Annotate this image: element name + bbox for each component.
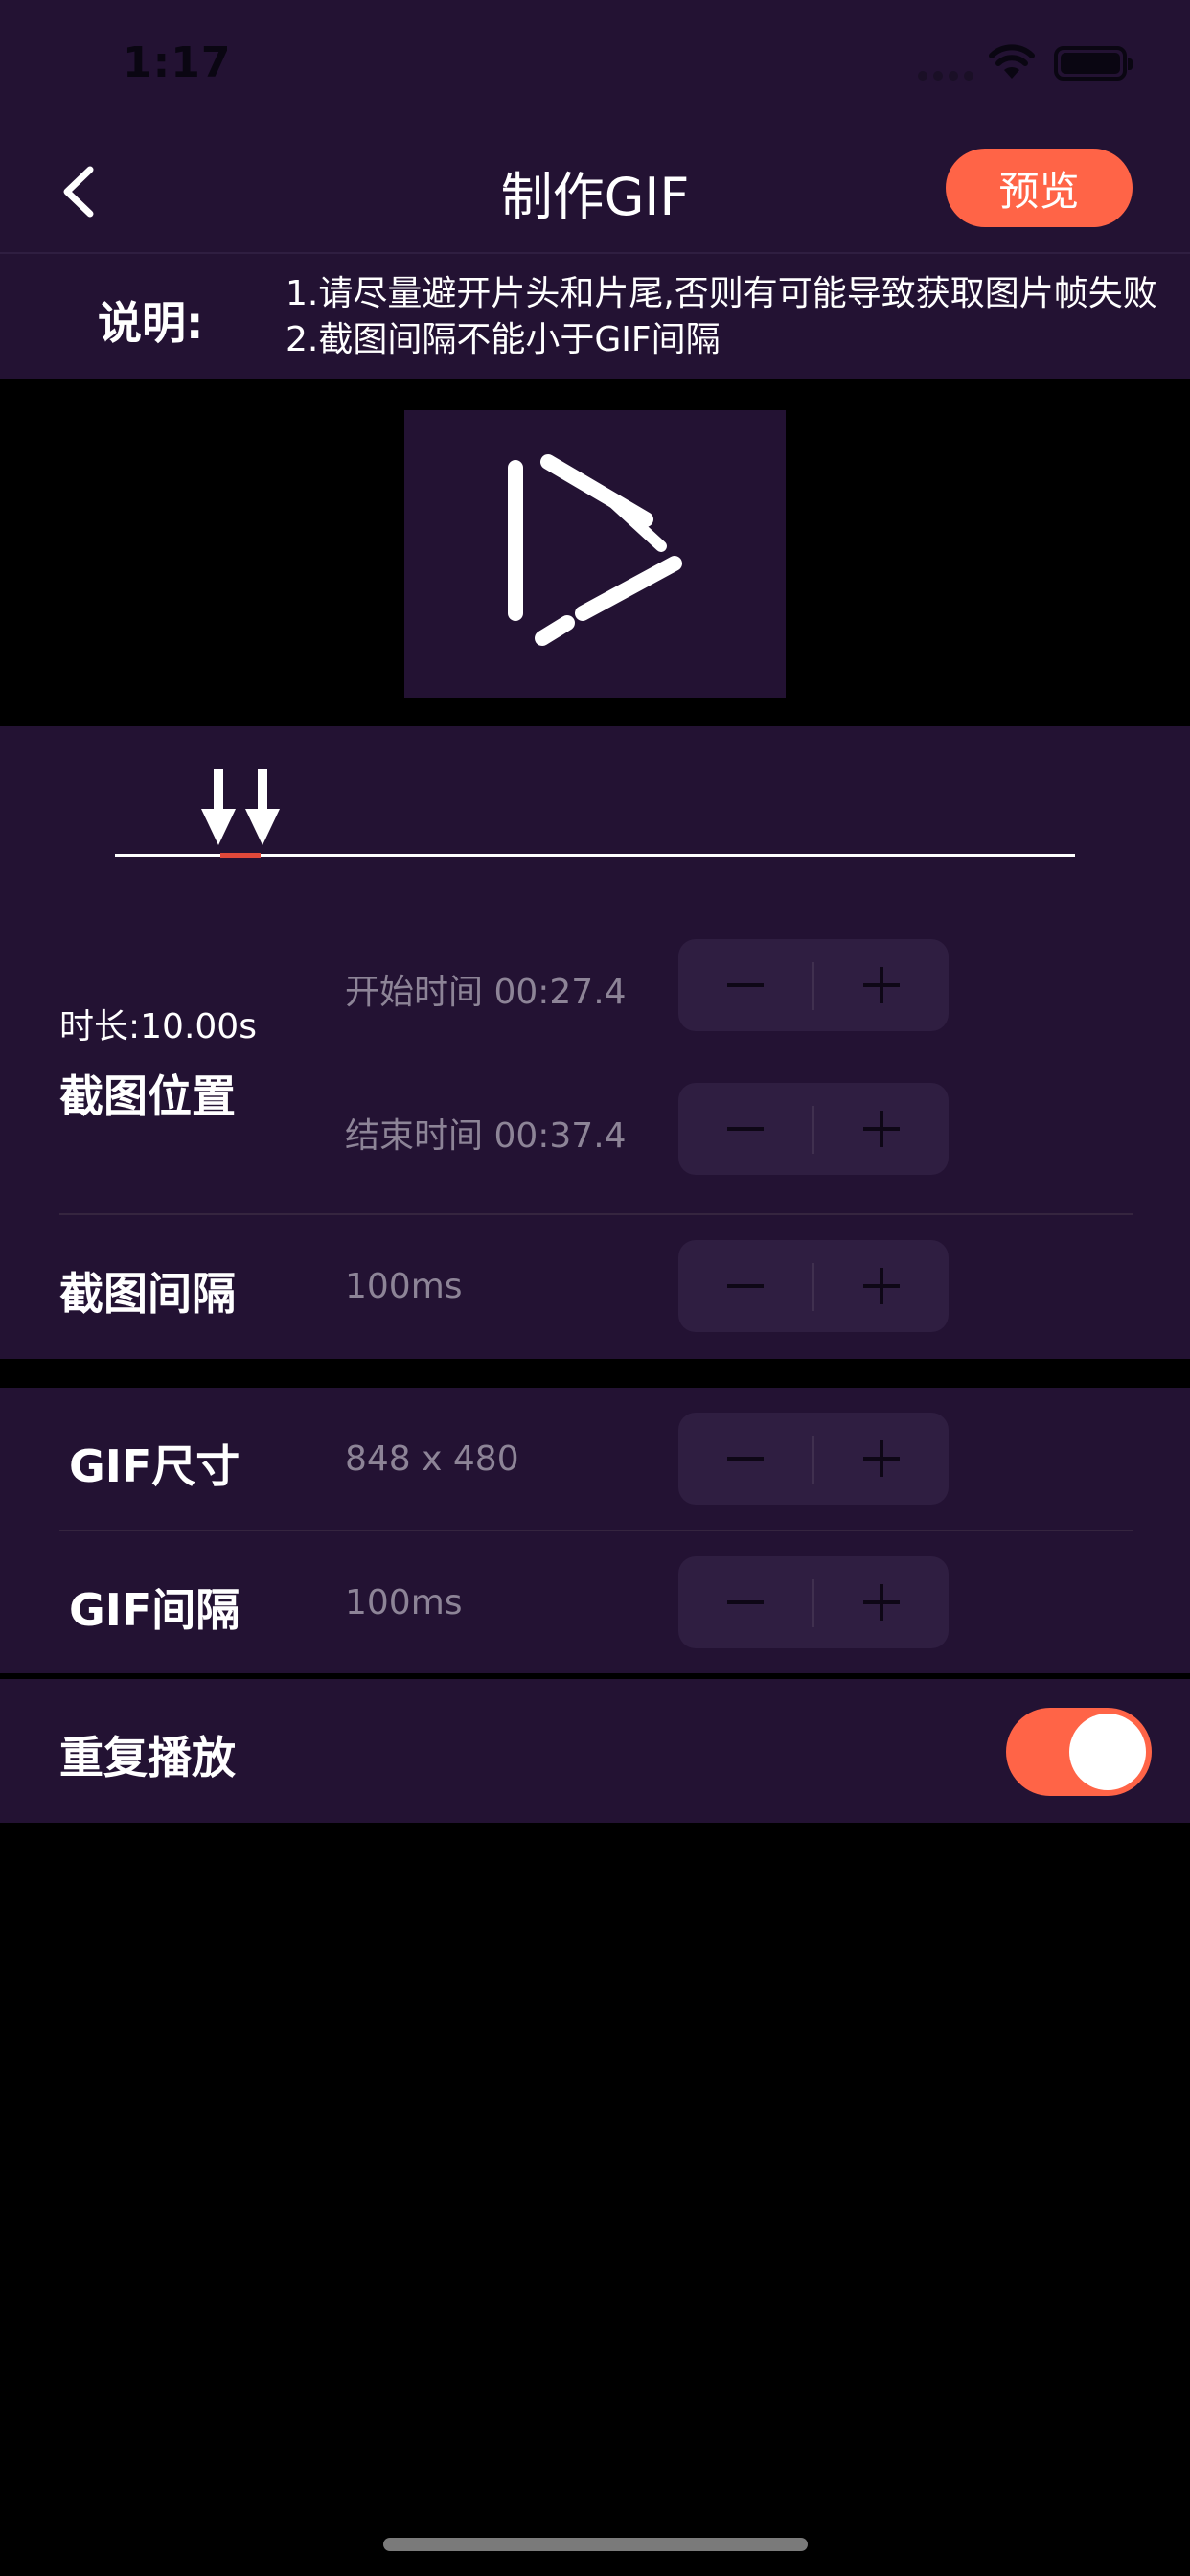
gif-size-value: 848 x 480 — [345, 1439, 519, 1479]
gif-interval-stepper — [678, 1556, 949, 1648]
minus-icon — [727, 1457, 764, 1460]
plus-icon — [863, 1440, 900, 1477]
repeat-toggle[interactable] — [1006, 1708, 1152, 1796]
capture-interval-increase-button[interactable] — [814, 1240, 949, 1332]
nav-bar: 制作GIF 预览 — [0, 129, 1190, 254]
end-time-increase-button[interactable] — [814, 1083, 949, 1175]
instructions-text: 1.请尽量避开片头和片尾,否则有可能导致获取图片帧失败 2.截图间隔不能小于GI… — [286, 271, 1157, 363]
end-time-stepper — [678, 1083, 949, 1175]
gif-interval-decrease-button[interactable] — [678, 1556, 812, 1648]
battery-icon — [1054, 46, 1133, 80]
gif-interval-label: GIF间隔 — [69, 1584, 240, 1636]
divider — [59, 1213, 1133, 1215]
plus-icon — [863, 1268, 900, 1304]
start-time-decrease-button[interactable] — [678, 939, 812, 1031]
gif-size-stepper — [678, 1413, 949, 1505]
gif-interval-increase-button[interactable] — [814, 1556, 949, 1648]
minus-icon — [727, 1284, 764, 1288]
start-time-increase-button[interactable] — [814, 939, 949, 1031]
instruction-line-2: 2.截图间隔不能小于GIF间隔 — [286, 320, 721, 359]
play-icon — [508, 454, 682, 646]
divider — [59, 1530, 1133, 1531]
duration-label: 时长:10.00s — [59, 1007, 257, 1046]
capture-interval-value: 100ms — [345, 1267, 463, 1306]
signal-icon — [918, 71, 973, 80]
start-time-label: 开始时间 00:27.4 — [345, 973, 627, 1012]
home-indicator[interactable] — [383, 2538, 808, 2551]
capture-interval-stepper — [678, 1240, 949, 1332]
gif-size-increase-button[interactable] — [814, 1413, 949, 1505]
plus-icon — [863, 1111, 900, 1147]
timeline-selection — [220, 853, 261, 858]
capture-interval-label: 截图间隔 — [59, 1268, 236, 1320]
gif-size-decrease-button[interactable] — [678, 1413, 812, 1505]
minus-icon — [727, 1127, 764, 1131]
status-bar: 1:17 — [0, 0, 1190, 129]
video-preview[interactable] — [404, 410, 786, 698]
gif-size-label: GIF尺寸 — [69, 1440, 240, 1492]
capture-position-label: 截图位置 — [59, 1070, 236, 1122]
plus-icon — [863, 1584, 900, 1621]
toggle-knob — [1069, 1714, 1146, 1790]
instructions-label: 说明: — [98, 297, 204, 349]
wifi-icon — [989, 44, 1035, 79]
instructions-panel: 说明: 1.请尽量避开片头和片尾,否则有可能导致获取图片帧失败 2.截图间隔不能… — [0, 254, 1190, 379]
repeat-label: 重复播放 — [59, 1732, 236, 1783]
plus-icon — [863, 967, 900, 1003]
end-time-label: 结束时间 00:37.4 — [345, 1116, 627, 1156]
capture-interval-decrease-button[interactable] — [678, 1240, 812, 1332]
end-time-decrease-button[interactable] — [678, 1083, 812, 1175]
minus-icon — [727, 1600, 764, 1604]
status-time: 1:17 — [123, 38, 232, 87]
instruction-line-1: 1.请尽量避开片头和片尾,否则有可能导致获取图片帧失败 — [286, 274, 1157, 313]
start-time-stepper — [678, 939, 949, 1031]
gif-interval-value: 100ms — [345, 1583, 463, 1622]
minus-icon — [727, 983, 764, 987]
preview-button[interactable]: 预览 — [946, 149, 1133, 227]
range-handle-icon[interactable] — [201, 767, 282, 845]
